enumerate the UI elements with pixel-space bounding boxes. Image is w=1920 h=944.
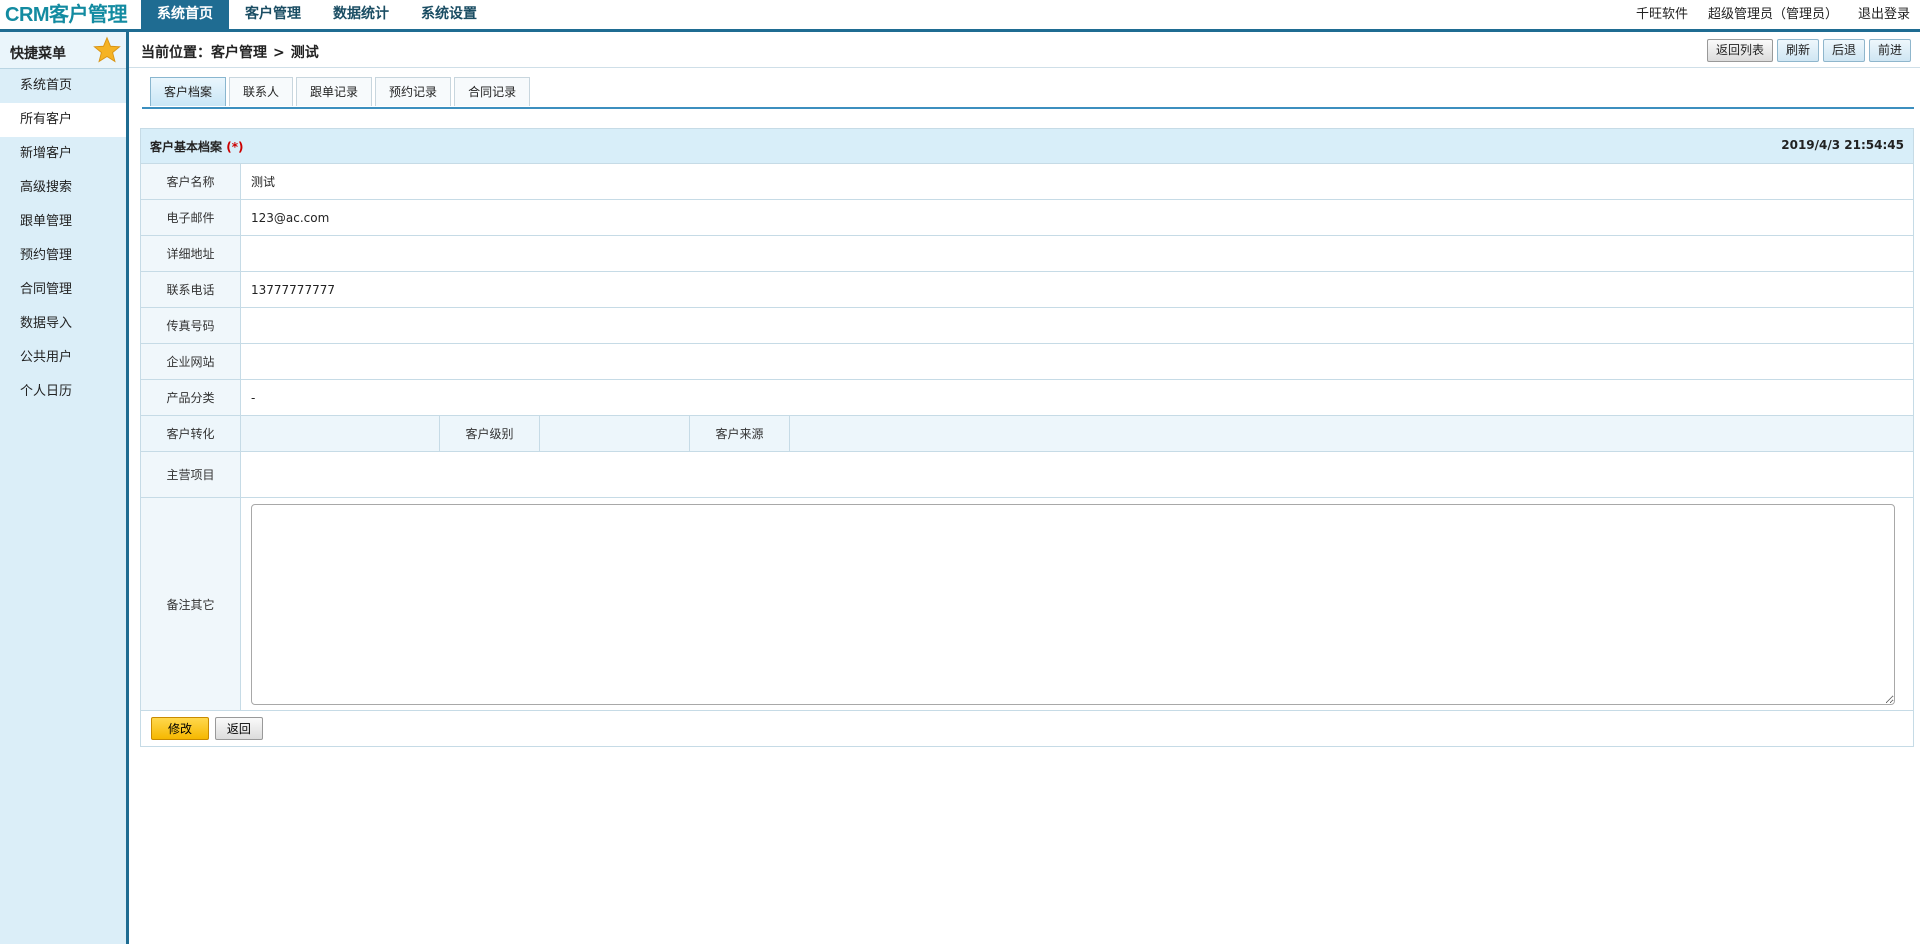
record-timestamp: 2019/4/3 21:54:45	[1781, 137, 1904, 152]
nav-home[interactable]: 系统首页	[141, 0, 229, 29]
form-title: 客户基本档案	[150, 139, 223, 154]
form-header: 客户基本档案 (*) 2019/4/3 21:54:45	[140, 128, 1914, 164]
level-value	[539, 415, 690, 452]
tab-contract-records[interactable]: 合同记录	[454, 77, 531, 106]
sidebar: 快捷菜单 系统首页 所有客户 新增客户 高级搜索 跟单管理 预约管理 合同管理 …	[0, 32, 129, 944]
category-label: 产品分类	[140, 379, 241, 416]
phone-value: 13777777777	[240, 271, 1914, 308]
required-mark: (*)	[226, 139, 244, 154]
back-to-list-button[interactable]: 返回列表	[1706, 39, 1773, 62]
customer-form: 客户基本档案 (*) 2019/4/3 21:54:45 客户名称 测试 电子邮…	[140, 128, 1914, 747]
sidebar-item-advanced-search[interactable]: 高级搜索	[0, 171, 126, 205]
sidebar-item-new-customer[interactable]: 新增客户	[0, 137, 126, 171]
sidebar-item-followup[interactable]: 跟单管理	[0, 205, 126, 239]
breadcrumb-bar: 当前位置：客户管理 > 测试 返回列表 刷新 后退 前进	[129, 32, 1920, 68]
form-row-classification: 客户转化 客户级别 客户来源	[140, 415, 1914, 452]
top-bar: CRM客户管理 系统首页 客户管理 数据统计 系统设置 千旺软件 超级管理员（管…	[0, 0, 1920, 32]
toolbar: 返回列表 刷新 后退 前进	[1706, 39, 1911, 62]
form-row-phone: 联系电话 13777777777	[140, 271, 1914, 308]
tab-followup-records[interactable]: 跟单记录	[296, 77, 373, 106]
user-area: 千旺软件 超级管理员（管理员） 退出登录	[1636, 0, 1910, 29]
return-button[interactable]: 返回	[214, 717, 263, 740]
fax-value	[240, 307, 1914, 344]
notes-textarea[interactable]	[251, 503, 1895, 705]
form-header-row: 客户基本档案 (*) 2019/4/3 21:54:45	[140, 128, 1914, 164]
level-label: 客户级别	[439, 415, 540, 452]
notes-label: 备注其它	[140, 497, 241, 711]
email-value: 123@ac.com	[240, 199, 1914, 236]
website-label: 企业网站	[140, 343, 241, 380]
form-row-business: 主营项目	[140, 451, 1914, 498]
conversion-value	[240, 415, 440, 452]
sidebar-title: 快捷菜单	[10, 46, 66, 62]
nav-customers[interactable]: 客户管理	[229, 0, 317, 29]
company-link[interactable]: 千旺软件	[1636, 0, 1688, 29]
form-row-email: 电子邮件 123@ac.com	[140, 199, 1914, 236]
main-content: 当前位置：客户管理 > 测试 返回列表 刷新 后退 前进 客户档案 联系人 跟单记录…	[129, 32, 1920, 944]
star-icon	[93, 36, 121, 63]
address-label: 详细地址	[140, 235, 241, 272]
sidebar-header: 快捷菜单	[0, 32, 126, 69]
conversion-label: 客户转化	[140, 415, 241, 452]
forward-button[interactable]: 前进	[1868, 39, 1911, 62]
form-row-address: 详细地址	[140, 235, 1914, 272]
app-logo[interactable]: CRM客户管理	[5, 2, 128, 28]
breadcrumb-page: 测试	[290, 45, 319, 61]
name-label: 客户名称	[140, 163, 241, 200]
record-tabs: 客户档案 联系人 跟单记录 预约记录 合同记录	[150, 77, 531, 106]
edit-button[interactable]: 修改	[151, 717, 210, 740]
fax-label: 传真号码	[140, 307, 241, 344]
name-value: 测试	[240, 163, 1914, 200]
breadcrumb-section: 客户管理	[211, 45, 267, 61]
tab-divider	[142, 107, 1914, 109]
email-label: 电子邮件	[140, 199, 241, 236]
business-label: 主营项目	[140, 451, 241, 498]
top-nav: 系统首页 客户管理 数据统计 系统设置	[141, 0, 493, 29]
user-name-link[interactable]: 超级管理员（管理员）	[1708, 0, 1838, 29]
nav-settings[interactable]: 系统设置	[405, 0, 493, 29]
breadcrumb-separator: >	[273, 45, 285, 61]
logout-link[interactable]: 退出登录	[1858, 0, 1910, 29]
form-row-fax: 传真号码	[140, 307, 1914, 344]
breadcrumb: 当前位置：客户管理 > 测试	[141, 42, 319, 62]
tab-customer-profile[interactable]: 客户档案	[150, 77, 227, 106]
form-row-category: 产品分类 -	[140, 379, 1914, 416]
business-value	[240, 451, 1914, 498]
form-actions: 修改 返回	[140, 710, 1914, 747]
sidebar-item-appointments[interactable]: 预约管理	[0, 239, 126, 273]
sidebar-item-public-users[interactable]: 公共用户	[0, 341, 126, 375]
sidebar-item-contracts[interactable]: 合同管理	[0, 273, 126, 307]
form-actions-row: 修改 返回	[140, 710, 1914, 747]
sidebar-item-data-import[interactable]: 数据导入	[0, 307, 126, 341]
breadcrumb-prefix: 当前位置：	[141, 45, 211, 61]
back-button[interactable]: 后退	[1822, 39, 1865, 62]
sidebar-item-all-customers[interactable]: 所有客户	[0, 103, 126, 137]
refresh-button[interactable]: 刷新	[1776, 39, 1819, 62]
website-value	[240, 343, 1914, 380]
nav-statistics[interactable]: 数据统计	[317, 0, 405, 29]
phone-label: 联系电话	[140, 271, 241, 308]
form-row-notes: 备注其它	[140, 497, 1914, 711]
sidebar-menu: 系统首页 所有客户 新增客户 高级搜索 跟单管理 预约管理 合同管理 数据导入 …	[0, 69, 126, 409]
form-row-name: 客户名称 测试	[140, 163, 1914, 200]
sidebar-item-calendar[interactable]: 个人日历	[0, 375, 126, 409]
source-value	[789, 415, 1914, 452]
notes-cell	[240, 497, 1914, 711]
address-value	[240, 235, 1914, 272]
category-value: -	[240, 379, 1914, 416]
tab-contacts[interactable]: 联系人	[229, 77, 294, 106]
source-label: 客户来源	[689, 415, 790, 452]
form-row-website: 企业网站	[140, 343, 1914, 380]
tab-appointment-records[interactable]: 预约记录	[375, 77, 452, 106]
sidebar-item-home[interactable]: 系统首页	[0, 69, 126, 103]
